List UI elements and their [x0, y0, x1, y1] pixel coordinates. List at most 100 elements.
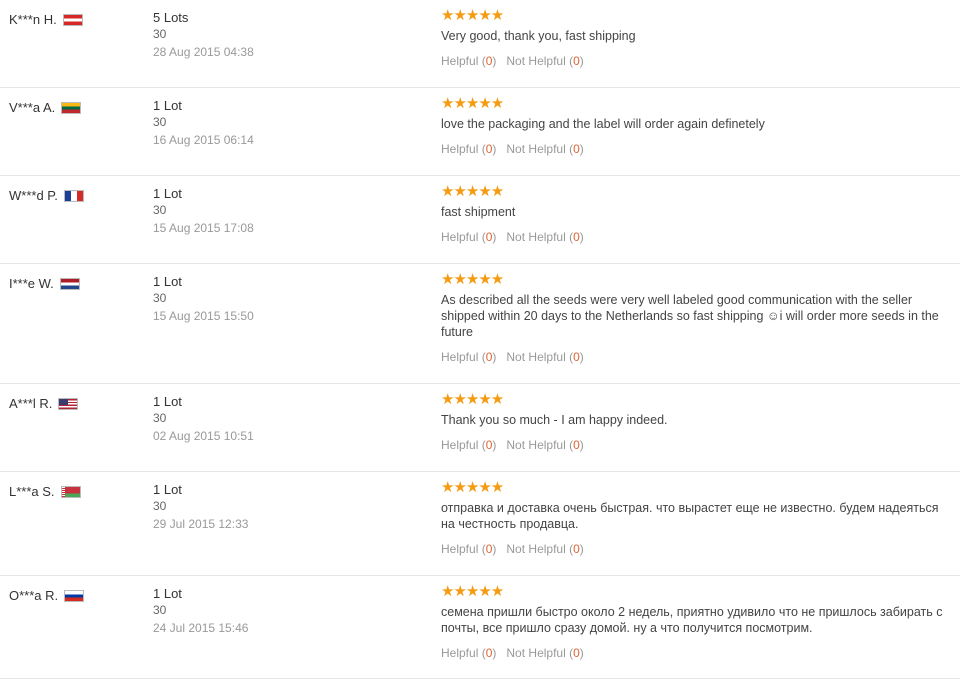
- order-lots: 1 Lot: [153, 586, 182, 601]
- review-content: ★★★★★ love the packaging and the label w…: [441, 95, 951, 157]
- review-date: 02 Aug 2015 10:51: [153, 429, 254, 443]
- helpful-votes: Helpful (0) Not Helpful (0): [441, 230, 951, 244]
- not-helpful-label: Not Helpful: [506, 142, 566, 156]
- not-helpful-button[interactable]: Not Helpful (0): [506, 142, 583, 156]
- buyer-info: K***n H.: [9, 12, 83, 27]
- review-item: V***a A. 1 Lot 30 16 Aug 2015 06:14 ★★★★…: [0, 88, 960, 176]
- review-item: L***a S. 1 Lot 30 29 Jul 2015 12:33 ★★★★…: [0, 472, 960, 576]
- order-count: 30: [153, 115, 167, 129]
- not-helpful-button[interactable]: Not Helpful (0): [506, 230, 583, 244]
- order-info: 1 Lot 30 15 Aug 2015 17:08: [153, 186, 254, 235]
- order-info: 5 Lots 30 28 Aug 2015 04:38: [153, 10, 254, 59]
- not-helpful-count: 0: [573, 54, 580, 68]
- review-date: 29 Jul 2015 12:33: [153, 517, 249, 531]
- buyer-info: L***a S.: [9, 484, 81, 499]
- not-helpful-label: Not Helpful: [506, 646, 566, 660]
- review-date: 16 Aug 2015 06:14: [153, 133, 254, 147]
- buyer-name: K***n H.: [9, 12, 57, 27]
- not-helpful-count: 0: [573, 350, 580, 364]
- buyer-info: I***e W.: [9, 276, 80, 291]
- review-content: ★★★★★ отправка и доставка очень быстрая.…: [441, 479, 951, 557]
- order-lots: 5 Lots: [153, 10, 189, 25]
- order-info: 1 Lot 30 16 Aug 2015 06:14: [153, 98, 254, 147]
- not-helpful-count: 0: [573, 142, 580, 156]
- not-helpful-label: Not Helpful: [506, 230, 566, 244]
- review-text: Very good, thank you, fast shipping: [441, 29, 636, 43]
- netherlands-flag-icon: [59, 277, 80, 290]
- belarus-flag-icon: [60, 485, 81, 498]
- review-content: ★★★★★ As described all the seeds were ve…: [441, 272, 951, 365]
- not-helpful-count: 0: [573, 646, 580, 660]
- not-helpful-label: Not Helpful: [506, 542, 566, 556]
- review-text: семена пришли быстро около 2 недель, при…: [441, 605, 943, 635]
- review-date: 24 Jul 2015 15:46: [153, 621, 249, 635]
- review-date: 15 Aug 2015 15:50: [153, 309, 254, 323]
- not-helpful-label: Not Helpful: [506, 350, 566, 364]
- not-helpful-button[interactable]: Not Helpful (0): [506, 54, 583, 68]
- helpful-label: Helpful: [441, 230, 479, 244]
- helpful-label: Helpful: [441, 646, 479, 660]
- star-rating: ★★★★★: [441, 583, 504, 600]
- not-helpful-button[interactable]: Not Helpful (0): [506, 646, 583, 660]
- helpful-button[interactable]: Helpful (0): [441, 54, 496, 68]
- helpful-count: 0: [485, 54, 493, 68]
- order-lots: 1 Lot: [153, 98, 182, 113]
- not-helpful-count: 0: [573, 230, 580, 244]
- not-helpful-button[interactable]: Not Helpful (0): [506, 438, 583, 452]
- review-text: отправка и доставка очень быстрая. что в…: [441, 501, 939, 531]
- not-helpful-label: Not Helpful: [506, 438, 566, 452]
- star-rating: ★★★★★: [441, 7, 504, 24]
- austria-flag-icon: [62, 13, 83, 26]
- order-count: 30: [153, 603, 167, 617]
- helpful-label: Helpful: [441, 142, 479, 156]
- helpful-button[interactable]: Helpful (0): [441, 646, 496, 660]
- buyer-info: V***a A.: [9, 100, 82, 115]
- order-lots: 1 Lot: [153, 394, 182, 409]
- review-date: 28 Aug 2015 04:38: [153, 45, 254, 59]
- buyer-name: V***a A.: [9, 100, 56, 115]
- helpful-label: Helpful: [441, 438, 479, 452]
- helpful-button[interactable]: Helpful (0): [441, 350, 496, 364]
- not-helpful-label: Not Helpful: [506, 54, 566, 68]
- helpful-votes: Helpful (0) Not Helpful (0): [441, 54, 951, 68]
- review-text: As described all the seeds were very wel…: [441, 293, 939, 339]
- helpful-count: 0: [485, 230, 493, 244]
- buyer-info: O***a R.: [9, 588, 85, 603]
- helpful-label: Helpful: [441, 542, 479, 556]
- helpful-button[interactable]: Helpful (0): [441, 230, 496, 244]
- review-content: ★★★★★ Thank you so much - I am happy ind…: [441, 391, 951, 453]
- helpful-button[interactable]: Helpful (0): [441, 542, 496, 556]
- star-rating: ★★★★★: [441, 183, 504, 200]
- star-rating: ★★★★★: [441, 479, 504, 496]
- helpful-votes: Helpful (0) Not Helpful (0): [441, 142, 951, 156]
- order-info: 1 Lot 30 15 Aug 2015 15:50: [153, 274, 254, 323]
- review-content: ★★★★★ fast shipment Helpful (0) Not Helpf…: [441, 183, 951, 245]
- helpful-votes: Helpful (0) Not Helpful (0): [441, 438, 951, 452]
- order-count: 30: [153, 27, 167, 41]
- review-item: I***e W. 1 Lot 30 15 Aug 2015 15:50 ★★★★…: [0, 264, 960, 384]
- buyer-name: I***e W.: [9, 276, 54, 291]
- order-lots: 1 Lot: [153, 482, 182, 497]
- order-lots: 1 Lot: [153, 186, 182, 201]
- order-info: 1 Lot 30 29 Jul 2015 12:33: [153, 482, 248, 531]
- review-date: 15 Aug 2015 17:08: [153, 221, 254, 235]
- review-text: love the packaging and the label will or…: [441, 117, 765, 131]
- france-flag-icon: [63, 189, 84, 202]
- not-helpful-button[interactable]: Not Helpful (0): [506, 542, 583, 556]
- star-rating: ★★★★★: [441, 391, 504, 408]
- usa-flag-icon: [58, 397, 79, 410]
- review-text: Thank you so much - I am happy indeed.: [441, 413, 668, 427]
- star-rating: ★★★★★: [441, 95, 504, 112]
- order-info: 1 Lot 30 02 Aug 2015 10:51: [153, 394, 254, 443]
- order-info: 1 Lot 30 24 Jul 2015 15:46: [153, 586, 248, 635]
- russia-flag-icon: [64, 589, 85, 602]
- buyer-info: W***d P.: [9, 188, 84, 203]
- review-content: ★★★★★ Very good, thank you, fast shippin…: [441, 7, 951, 69]
- helpful-count: 0: [485, 646, 493, 660]
- not-helpful-button[interactable]: Not Helpful (0): [506, 350, 583, 364]
- helpful-button[interactable]: Helpful (0): [441, 438, 496, 452]
- review-content: ★★★★★ семена пришли быстро около 2 недел…: [441, 583, 951, 661]
- helpful-button[interactable]: Helpful (0): [441, 142, 496, 156]
- review-text: fast shipment: [441, 205, 516, 219]
- order-lots: 1 Lot: [153, 274, 182, 289]
